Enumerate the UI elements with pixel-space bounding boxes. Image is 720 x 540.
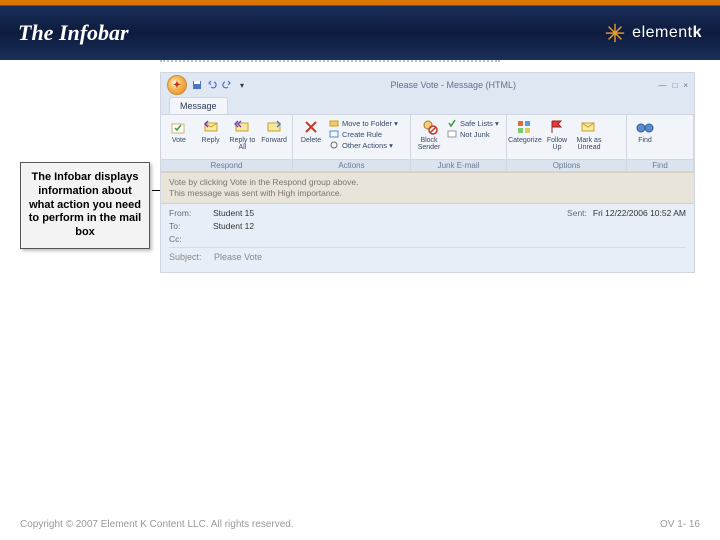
ribbon-group-options: Categorize Follow Up Mark as Unread Opti…: [507, 115, 627, 171]
message-headers: From: Student 15 Sent: Fri 12/22/2006 10…: [161, 204, 694, 272]
window-title: Please Vote - Message (HTML): [248, 80, 658, 90]
subject-label: Subject:: [169, 252, 202, 262]
infobar-line1: Vote by clicking Vote in the Respond gro…: [169, 177, 686, 188]
categorize-icon: [515, 118, 535, 136]
binoculars-icon: [635, 118, 655, 136]
forward-button[interactable]: Forward: [260, 118, 288, 144]
forward-icon: [264, 118, 284, 136]
delete-icon: [301, 118, 321, 136]
elementk-logo-icon: [604, 22, 626, 44]
follow-up-button[interactable]: Follow Up: [543, 118, 571, 151]
safe-icon: [447, 118, 457, 128]
ribbon-group-find: Find Find: [627, 115, 694, 171]
group-label-actions: Actions: [293, 159, 410, 171]
undo-icon[interactable]: [206, 79, 218, 91]
cc-label: Cc:: [169, 234, 213, 244]
office-button[interactable]: ✦: [167, 75, 187, 95]
envelope-icon: [447, 129, 457, 139]
to-label: To:: [169, 221, 213, 231]
group-label-respond: Respond: [161, 159, 292, 171]
other-actions-button[interactable]: Other Actions ▾: [329, 140, 398, 150]
minimize-button[interactable]: —: [658, 81, 666, 90]
vote-icon: [169, 118, 189, 136]
from-value: Student 15: [213, 208, 254, 218]
mark-unread-icon: [579, 118, 599, 136]
quick-access-toolbar: ▾: [191, 79, 248, 91]
maximize-button[interactable]: □: [672, 81, 677, 90]
redo-icon[interactable]: [221, 79, 233, 91]
ribbon-group-actions: Delete Move to Folder ▾ Create Rule Othe…: [293, 115, 411, 171]
move-to-folder-button[interactable]: Move to Folder ▾: [329, 118, 398, 128]
reply-icon: [201, 118, 221, 136]
infobar[interactable]: Vote by clicking Vote in the Respond gro…: [161, 172, 694, 204]
create-rule-button[interactable]: Create Rule: [329, 129, 398, 139]
slide-footer: Copyright © 2007 Element K Content LLC. …: [20, 519, 700, 530]
window-titlebar: ✦ ▾ Please Vote - Message (HTML) — □ ×: [161, 73, 694, 97]
window-controls: — □ ×: [658, 81, 688, 90]
categorize-button[interactable]: Categorize: [511, 118, 539, 144]
block-sender-icon: [419, 118, 439, 136]
group-label-find: Find: [627, 159, 693, 171]
header-divider: [169, 247, 686, 248]
slide-title: The Infobar: [18, 20, 129, 46]
reply-all-icon: [232, 118, 252, 136]
ribbon-tabs: Message: [161, 97, 694, 114]
outlook-message-window: ✦ ▾ Please Vote - Message (HTML) — □ ×: [160, 72, 695, 273]
tab-message[interactable]: Message: [169, 97, 228, 114]
brand-name: elementk: [632, 24, 702, 42]
ribbon-group-respond: Vote Reply Reply to All Forward Respond: [161, 115, 293, 171]
infobar-line2: This message was sent with High importan…: [169, 188, 686, 199]
save-icon[interactable]: [191, 79, 203, 91]
subject-value: Please Vote: [214, 252, 262, 262]
slide-number: OV 1- 16: [660, 519, 700, 530]
vote-button[interactable]: Vote: [165, 118, 193, 144]
group-label-options: Options: [507, 159, 626, 171]
rule-icon: [329, 129, 339, 139]
delete-button[interactable]: Delete: [297, 118, 325, 144]
block-sender-button[interactable]: Block Sender: [415, 118, 443, 151]
reply-all-button[interactable]: Reply to All: [229, 118, 257, 151]
reply-button[interactable]: Reply: [197, 118, 225, 144]
from-label: From:: [169, 208, 213, 218]
qat-dropdown-icon[interactable]: ▾: [236, 79, 248, 91]
not-junk-button[interactable]: Not Junk: [447, 129, 499, 139]
folder-icon: [329, 118, 339, 128]
to-value: Student 12: [213, 221, 254, 231]
ribbon: Vote Reply Reply to All Forward Respond …: [161, 114, 694, 172]
safe-lists-button[interactable]: Safe Lists ▾: [447, 118, 499, 128]
flag-icon: [547, 118, 567, 136]
copyright: Copyright © 2007 Element K Content LLC. …: [20, 519, 294, 530]
sent-value: Fri 12/22/2006 10:52 AM: [593, 208, 686, 218]
title-bar: The Infobar elementk: [0, 6, 720, 60]
group-label-junk: Junk E-mail: [411, 159, 506, 171]
find-button[interactable]: Find: [631, 118, 659, 144]
mark-unread-button[interactable]: Mark as Unread: [575, 118, 603, 151]
ribbon-group-junk: Block Sender Safe Lists ▾ Not Junk Junk …: [411, 115, 507, 171]
brand: elementk: [604, 22, 702, 44]
sent-label: Sent:: [567, 208, 587, 218]
callout-box: The Infobar displays information about w…: [20, 162, 150, 249]
close-button[interactable]: ×: [683, 81, 688, 90]
gear-icon: [329, 140, 339, 150]
